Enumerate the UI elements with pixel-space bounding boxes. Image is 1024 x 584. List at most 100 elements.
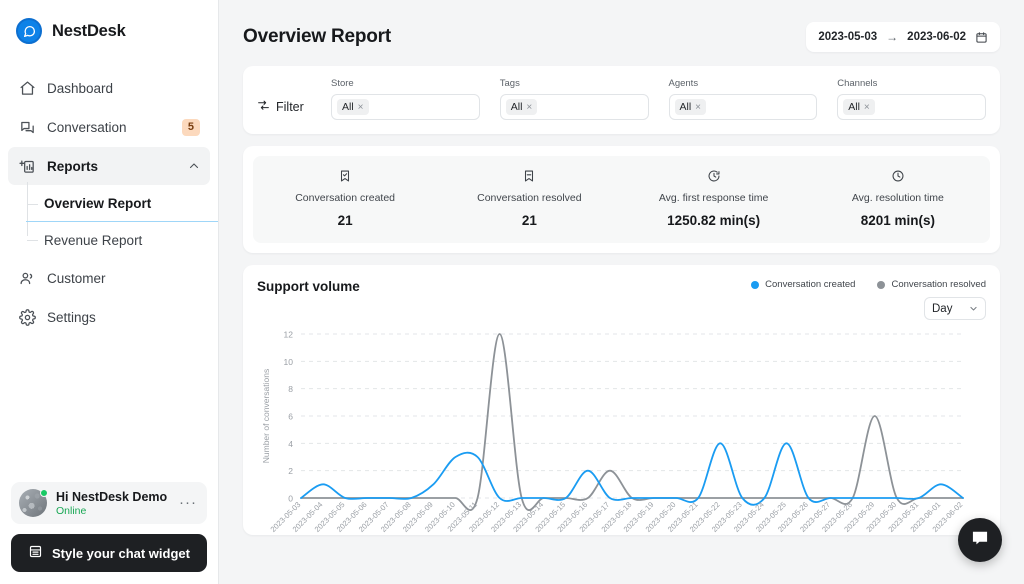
- chevron-down-icon: [969, 304, 978, 313]
- filter-chip-label: All: [848, 101, 860, 113]
- reports-icon: [18, 157, 36, 175]
- legend-dot-resolved: [877, 280, 886, 289]
- user-more-icon[interactable]: ···: [179, 495, 199, 510]
- page-header: Overview Report 2023-05-03 → 2023-06-02: [243, 0, 1000, 66]
- y-axis-tick-label: 8: [288, 384, 293, 394]
- filter-chip[interactable]: All ×: [674, 99, 707, 115]
- conversation-unread-badge: 5: [181, 118, 200, 136]
- sidebar-item-label: Conversation: [47, 119, 127, 135]
- filter-fields: Store All × Tags All × Agents All × Chan…: [331, 78, 986, 120]
- filter-chip-label: All: [342, 101, 354, 113]
- stat-value: 21: [521, 213, 537, 228]
- sidebar-item-label: Reports: [47, 158, 99, 174]
- conversation-icon: [18, 118, 36, 136]
- y-axis-tick-label: 10: [284, 357, 294, 367]
- filter-chip-label: All: [510, 101, 523, 113]
- legend-item-conversation-resolved[interactable]: Conversation resolved: [877, 279, 986, 290]
- close-icon[interactable]: ×: [526, 102, 532, 113]
- sidebar-item-overview-report[interactable]: Overview Report: [26, 186, 218, 222]
- date-range-picker[interactable]: 2023-05-03 → 2023-06-02: [806, 22, 1000, 52]
- store-filter-input[interactable]: All ×: [331, 94, 480, 120]
- y-axis-title: Number of conversations: [261, 369, 271, 464]
- customer-icon: [18, 269, 36, 287]
- home-icon: [18, 79, 36, 97]
- chart-title: Support volume: [257, 279, 360, 294]
- stat-value: 1250.82 min(s): [667, 213, 761, 228]
- sidebar-item-reports[interactable]: Reports: [8, 147, 210, 185]
- channels-filter-input[interactable]: All ×: [837, 94, 986, 120]
- sidebar-nav: Dashboard Conversation 5 Reports Overvie…: [0, 68, 218, 337]
- filter-caption: Agents: [668, 78, 699, 89]
- clock-icon: [806, 169, 990, 186]
- date-range-end: 2023-06-02: [907, 31, 966, 43]
- filter-field-store: Store All ×: [331, 78, 480, 120]
- legend-label: Conversation resolved: [891, 279, 986, 290]
- sidebar-item-label: Customer: [47, 270, 106, 286]
- filter-caption: Store: [331, 78, 354, 89]
- sidebar: NestDesk Dashboard Conversation 5 Report…: [0, 0, 219, 584]
- legend-item-conversation-created[interactable]: Conversation created: [751, 279, 855, 290]
- stat-label: Conversation created: [295, 192, 396, 204]
- agents-filter-input[interactable]: All ×: [668, 94, 818, 120]
- line-chart: 024681012Number of conversations2023-05-…: [261, 330, 964, 534]
- chat-fab[interactable]: [958, 518, 1002, 562]
- brand: NestDesk: [0, 0, 218, 58]
- layout-icon: [28, 544, 43, 562]
- chart-legend: Conversation created Conversation resolv…: [751, 279, 986, 290]
- sidebar-subitem-label: Overview Report: [44, 196, 152, 211]
- stats-card: Conversation created 21 Conversation res…: [243, 146, 1000, 253]
- main-content: Overview Report 2023-05-03 → 2023-06-02: [219, 0, 1024, 584]
- stat-value: 21: [337, 213, 353, 228]
- page-title: Overview Report: [243, 26, 391, 47]
- bookmark-check-icon: [253, 169, 437, 186]
- y-axis-tick-label: 0: [288, 494, 293, 504]
- calendar-icon: [975, 31, 988, 44]
- close-icon[interactable]: ×: [358, 102, 364, 113]
- filter-icon: [257, 99, 270, 115]
- filter-label: Filter: [257, 83, 331, 115]
- close-icon[interactable]: ×: [695, 102, 701, 113]
- user-status: Online: [56, 504, 87, 517]
- chart-plot-area: 0 2 4 6 8 10 12 Number of conversations 2023-05-…: [257, 326, 986, 556]
- style-chat-widget-button[interactable]: Style your chat widget: [11, 534, 207, 572]
- support-volume-chart-card: Support volume Conversation created Conv…: [243, 265, 1000, 535]
- sidebar-item-customer[interactable]: Customer: [8, 259, 210, 297]
- y-axis-tick-label: 4: [288, 439, 293, 449]
- stats-row: Conversation created 21 Conversation res…: [253, 156, 990, 243]
- tags-filter-input[interactable]: All ×: [499, 94, 649, 120]
- filter-chip[interactable]: All ×: [843, 99, 875, 115]
- series-line-resolved: [300, 333, 964, 511]
- chevron-up-icon[interactable]: [188, 160, 200, 172]
- filter-caption: Channels: [837, 78, 878, 89]
- filter-caption: Tags: [499, 78, 520, 89]
- legend-label: Conversation created: [765, 279, 856, 290]
- sidebar-item-conversation[interactable]: Conversation 5: [8, 108, 210, 146]
- avatar: [19, 489, 48, 517]
- chart-controls: Conversation created Conversation resolv…: [751, 279, 986, 320]
- online-indicator: [40, 489, 48, 497]
- y-axis-tick-label: 12: [284, 330, 294, 340]
- granularity-select[interactable]: Day: [924, 297, 986, 320]
- granularity-value: Day: [932, 302, 953, 315]
- legend-dot-created: [751, 280, 760, 289]
- filter-bar: Filter Store All × Tags All × Agents All…: [243, 66, 1000, 134]
- sidebar-item-settings[interactable]: Settings: [8, 298, 210, 336]
- y-axis-tick-label: 2: [288, 466, 293, 476]
- stat-conversation-created: Conversation created 21: [253, 169, 437, 228]
- sidebar-item-dashboard[interactable]: Dashboard: [8, 69, 210, 107]
- close-icon[interactable]: ×: [864, 102, 870, 113]
- reports-subnav: Overview Report Revenue Report: [0, 182, 218, 258]
- brand-logo-chat-bubble-icon: [16, 18, 42, 44]
- filter-field-agents: Agents All ×: [668, 78, 818, 120]
- filter-chip[interactable]: All ×: [337, 99, 369, 115]
- bookmark-icon: [437, 169, 621, 186]
- stat-avg-first-response-time: Avg. first response time 1250.82 min(s): [622, 169, 806, 228]
- user-name: Hi NestDesk Demo: [56, 489, 168, 504]
- filter-chip[interactable]: All ×: [505, 99, 538, 115]
- clock-arrow-icon: [622, 169, 806, 186]
- app-root: NestDesk Dashboard Conversation 5 Report…: [0, 0, 1024, 584]
- sidebar-item-revenue-report[interactable]: Revenue Report: [26, 222, 218, 258]
- user-card[interactable]: Hi NestDesk Demo Online ···: [11, 482, 207, 524]
- date-range-arrow-icon: →: [886, 30, 899, 44]
- date-range-start: 2023-05-03: [818, 31, 878, 43]
